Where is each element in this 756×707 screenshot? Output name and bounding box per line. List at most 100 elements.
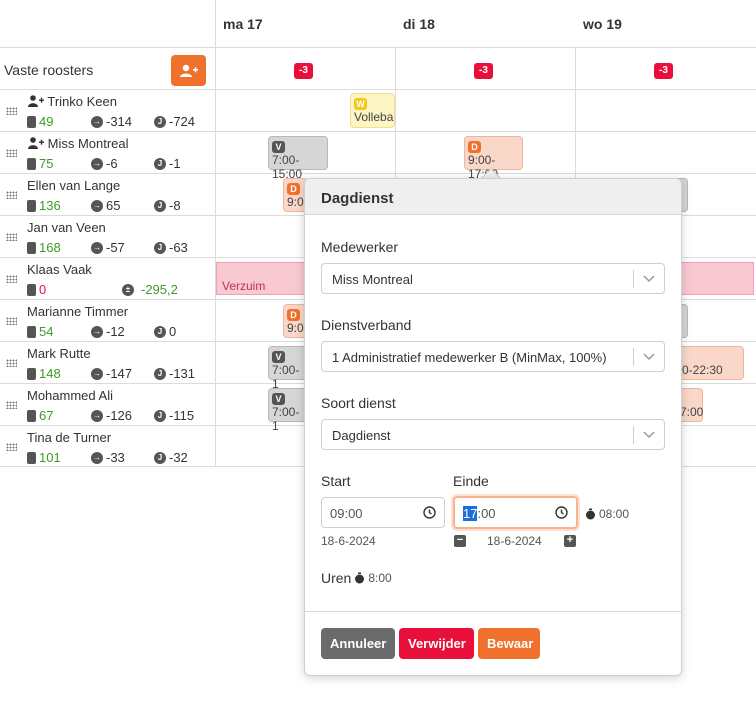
vaste-badge-wednesday: -3 (654, 63, 673, 79)
plusminus-stat: ± -295,2 (122, 282, 178, 297)
leave-stat: → -33 (91, 450, 125, 465)
leave-stat: → -12 (91, 324, 125, 339)
drag-handle-icon[interactable] (6, 275, 17, 283)
dienstverband-select[interactable]: 1 Administratief medewerker B (MinMax, 1… (321, 341, 665, 372)
grid-divider (215, 0, 216, 467)
hours-stat: 136 (27, 198, 61, 213)
drag-handle-icon[interactable] (6, 359, 17, 367)
leave-stat: → -147 (91, 366, 132, 381)
leave-stat: → -57 (91, 240, 125, 255)
day-header-monday[interactable]: ma 17 (223, 16, 263, 32)
medewerker-select[interactable]: Miss Montreal (321, 263, 665, 294)
employee-name[interactable]: Klaas Vaak (27, 262, 92, 277)
medewerker-label: Medewerker (321, 239, 399, 255)
employee-name[interactable]: Mohammed Ali (27, 388, 113, 403)
grid-divider (0, 131, 756, 132)
hours-value: 49 (39, 114, 54, 129)
soort-dienst-select[interactable]: Dagdienst (321, 419, 665, 450)
date-plus-button[interactable]: + (564, 535, 576, 547)
end-date: 18-6-2024 (487, 534, 542, 548)
leave-icon: → (91, 409, 103, 422)
j-value: -1 (169, 156, 181, 171)
j-value: -32 (169, 450, 188, 465)
day-header-tuesday[interactable]: di 18 (403, 16, 435, 32)
leave-icon: → (91, 241, 103, 254)
drag-handle-icon[interactable] (6, 107, 17, 115)
soort-dienst-label: Soort dienst (321, 395, 396, 411)
leave-stat: → -126 (91, 408, 132, 423)
employee-name[interactable]: Trinko Keen (28, 94, 117, 109)
einde-label: Einde (453, 473, 489, 489)
briefcase-icon (27, 115, 36, 128)
hours-stat: 168 (27, 240, 61, 255)
shift-block-miss-tue[interactable]: D 9:00-17:00 (464, 136, 523, 181)
j-value: -8 (169, 198, 181, 213)
employee-name[interactable]: Tina de Turner (27, 430, 111, 445)
dialog-title: Dagdienst (305, 179, 681, 215)
duration-value: 08:00 (599, 507, 630, 521)
drag-handle-icon[interactable] (6, 401, 17, 409)
add-user-icon (179, 64, 198, 77)
leave-value: -33 (106, 450, 125, 465)
j-stat: J -1 (154, 156, 181, 171)
shift-block-trinko[interactable]: W Volleba (350, 93, 395, 128)
hours-stat: 0 (27, 282, 46, 297)
drag-handle-icon[interactable] (6, 149, 17, 157)
employee-name[interactable]: Jan van Veen (27, 220, 106, 235)
end-time-rest: :00 (477, 506, 496, 521)
start-date: 18-6-2024 (321, 534, 376, 548)
vaste-roosters-label: Vaste roosters (4, 62, 94, 78)
start-time-value: 09:00 (330, 506, 363, 521)
drag-handle-icon[interactable] (6, 443, 17, 451)
leave-icon: → (91, 367, 103, 380)
briefcase-icon (27, 241, 36, 254)
j-value: -63 (169, 240, 188, 255)
date-minus-button[interactable]: − (454, 535, 466, 547)
briefcase-icon (27, 199, 36, 212)
employee-name[interactable]: Marianne Timmer (27, 304, 128, 319)
j-value: -131 (169, 366, 196, 381)
j-stat: J -131 (154, 366, 195, 381)
clock-icon[interactable] (423, 506, 436, 519)
shift-type-letter: W (354, 98, 367, 110)
briefcase-icon (27, 325, 36, 338)
cancel-button[interactable]: Annuleer (321, 628, 395, 659)
drag-handle-icon[interactable] (6, 317, 17, 325)
save-button[interactable]: Bewaar (478, 628, 540, 659)
person-plus-icon (28, 95, 44, 107)
vaste-badge-tuesday: -3 (474, 63, 493, 79)
shift-text: 7:00-1 (272, 363, 300, 391)
duration-display: 08:00 (585, 507, 629, 521)
employee-name-text: Trinko Keen (47, 94, 117, 109)
j-stat: J -724 (154, 114, 195, 129)
drag-handle-icon[interactable] (6, 191, 17, 199)
shift-block-mark[interactable]: V 7:00-1 (268, 346, 308, 391)
end-time-input[interactable]: 17:00 (453, 496, 578, 529)
chevron-down-icon (643, 431, 655, 439)
hours-value: 148 (39, 366, 61, 381)
employee-name[interactable]: Ellen van Lange (27, 178, 120, 193)
uren-value: 8:00 (368, 571, 392, 585)
delete-button[interactable]: Verwijder (399, 628, 474, 659)
drag-handle-icon[interactable] (6, 233, 17, 241)
day-header-wednesday[interactable]: wo 19 (583, 16, 622, 32)
shift-block-mo[interactable]: V 7:00-1 (268, 388, 308, 433)
j-icon: J (154, 241, 166, 254)
shift-block-miss-mon[interactable]: V 7:00-15:00 (268, 136, 328, 181)
hours-value: 75 (39, 156, 54, 171)
briefcase-icon (27, 283, 36, 296)
employee-name[interactable]: Miss Montreal (28, 136, 129, 151)
hours-value: 0 (39, 282, 47, 297)
start-time-input[interactable]: 09:00 (321, 497, 445, 528)
shift-text: 7:00-1 (272, 405, 300, 433)
clock-icon[interactable] (555, 506, 568, 519)
leave-icon: → (91, 115, 103, 128)
j-icon: J (154, 325, 166, 338)
employee-name[interactable]: Mark Rutte (27, 346, 91, 361)
leave-value: -147 (106, 366, 133, 381)
j-icon: J (154, 199, 166, 212)
leave-icon: → (91, 199, 103, 212)
plusminus-value: -295,2 (141, 282, 178, 297)
leave-value: -126 (106, 408, 133, 423)
add-person-button[interactable] (171, 55, 206, 86)
